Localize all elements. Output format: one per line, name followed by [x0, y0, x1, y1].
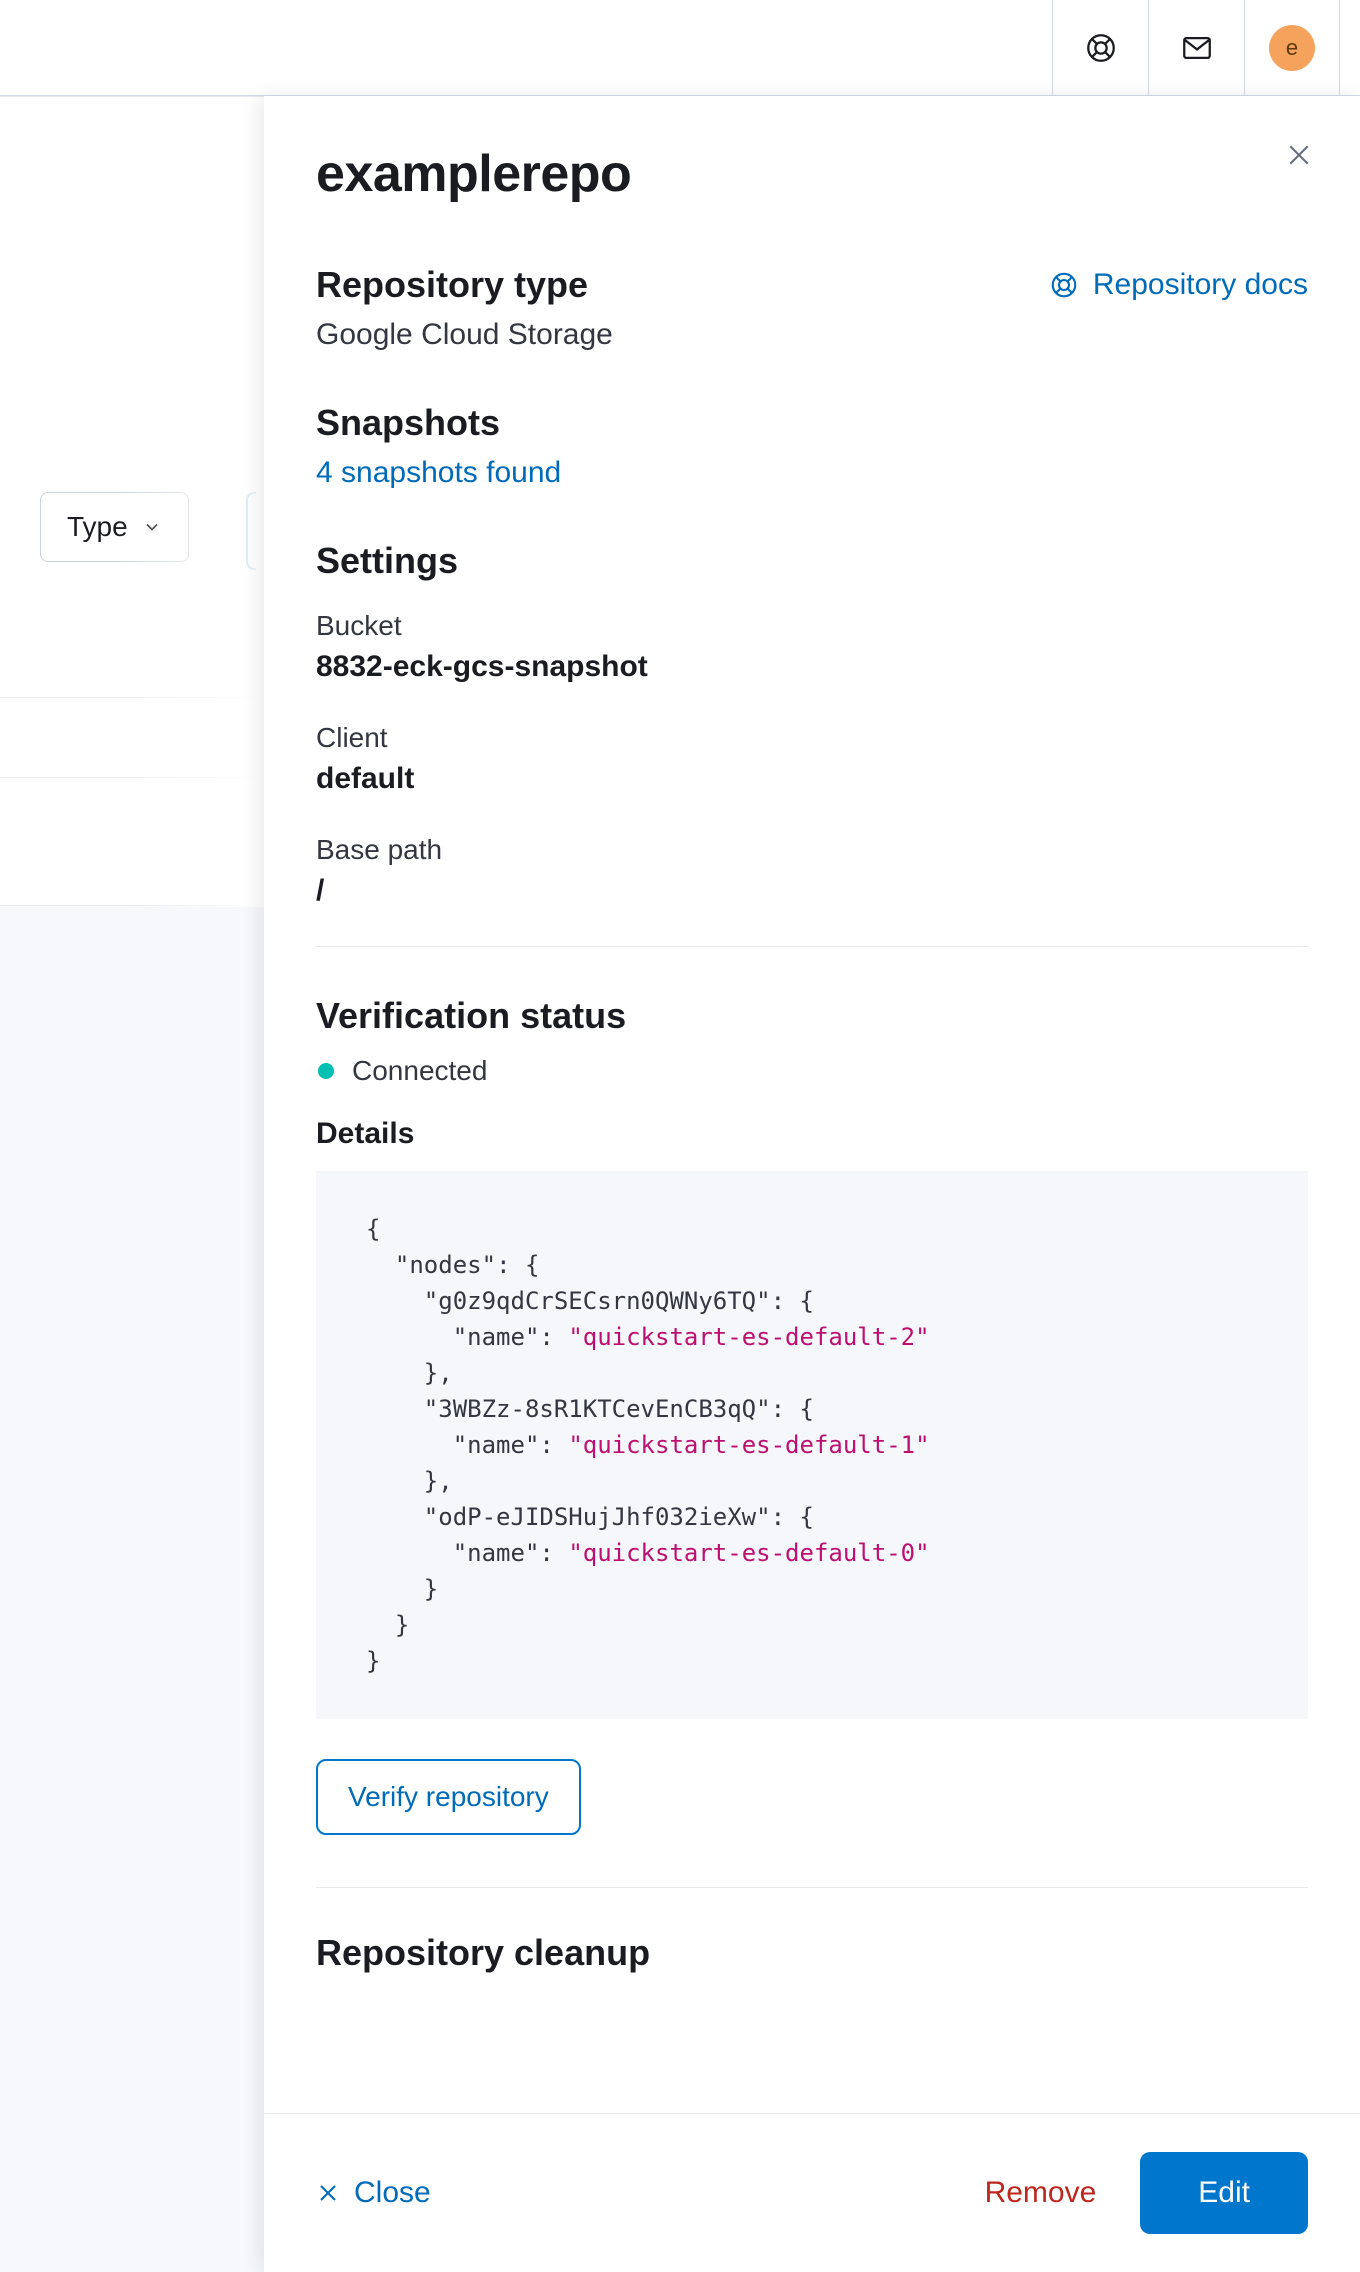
footer-right: Remove Edit — [985, 2152, 1308, 2234]
setting-bucket-value: 8832-eck-gcs-snapshot — [316, 650, 1308, 684]
verification-heading: Verification status — [316, 995, 1308, 1037]
status-row: Connected — [318, 1055, 1308, 1087]
repo-type-heading: Repository type — [316, 264, 588, 306]
setting-basepath: Base path / — [316, 834, 1308, 908]
details-heading: Details — [316, 1117, 1308, 1151]
setting-bucket: Bucket 8832-eck-gcs-snapshot — [316, 610, 1308, 684]
close-icon[interactable] — [1284, 140, 1314, 177]
help-icon — [1049, 270, 1079, 300]
setting-bucket-label: Bucket — [316, 610, 1308, 642]
repo-type-value: Google Cloud Storage — [316, 318, 1308, 352]
setting-client-label: Client — [316, 722, 1308, 754]
flyout-title: examplerepo — [316, 144, 1308, 204]
flyout-footer: Close Remove Edit — [264, 2113, 1360, 2272]
setting-client-value: default — [316, 762, 1308, 796]
close-label: Close — [354, 2176, 431, 2210]
topbar-right: e — [1052, 0, 1340, 95]
avatar[interactable]: e — [1244, 0, 1340, 95]
edit-button[interactable]: Edit — [1140, 2152, 1308, 2234]
avatar-initial: e — [1269, 25, 1315, 71]
remove-button[interactable]: Remove — [985, 2176, 1097, 2210]
bg-fade — [118, 97, 268, 907]
verify-repository-button[interactable]: Verify repository — [316, 1759, 581, 1835]
setting-basepath-value: / — [316, 874, 1308, 908]
snapshots-found-link[interactable]: 4 snapshots found — [316, 456, 1308, 490]
close-icon — [316, 2181, 340, 2205]
divider — [316, 946, 1308, 947]
repository-docs-label: Repository docs — [1093, 268, 1308, 302]
status-dot-icon — [318, 1063, 334, 1079]
status-text: Connected — [352, 1055, 487, 1087]
details-codeblock: { "nodes": { "g0z9qdCrSECsrn0QWNy6TQ": {… — [316, 1171, 1308, 1719]
snapshots-heading: Snapshots — [316, 402, 1308, 444]
flyout-body: examplerepo Repository type Repository d… — [264, 96, 1360, 2113]
scrollbar[interactable] — [1346, 256, 1356, 2102]
help-icon[interactable] — [1052, 0, 1148, 95]
cleanup-heading: Repository cleanup — [316, 1932, 1308, 1974]
settings-heading: Settings — [316, 540, 1308, 582]
settings-list: Bucket 8832-eck-gcs-snapshot Client defa… — [316, 610, 1308, 908]
close-button[interactable]: Close — [316, 2176, 431, 2210]
repository-docs-link[interactable]: Repository docs — [1049, 268, 1308, 302]
topbar: e — [0, 0, 1360, 96]
divider — [316, 1887, 1308, 1888]
setting-basepath-label: Base path — [316, 834, 1308, 866]
repository-flyout: examplerepo Repository type Repository d… — [264, 96, 1360, 2272]
setting-client: Client default — [316, 722, 1308, 796]
mail-icon[interactable] — [1148, 0, 1244, 95]
